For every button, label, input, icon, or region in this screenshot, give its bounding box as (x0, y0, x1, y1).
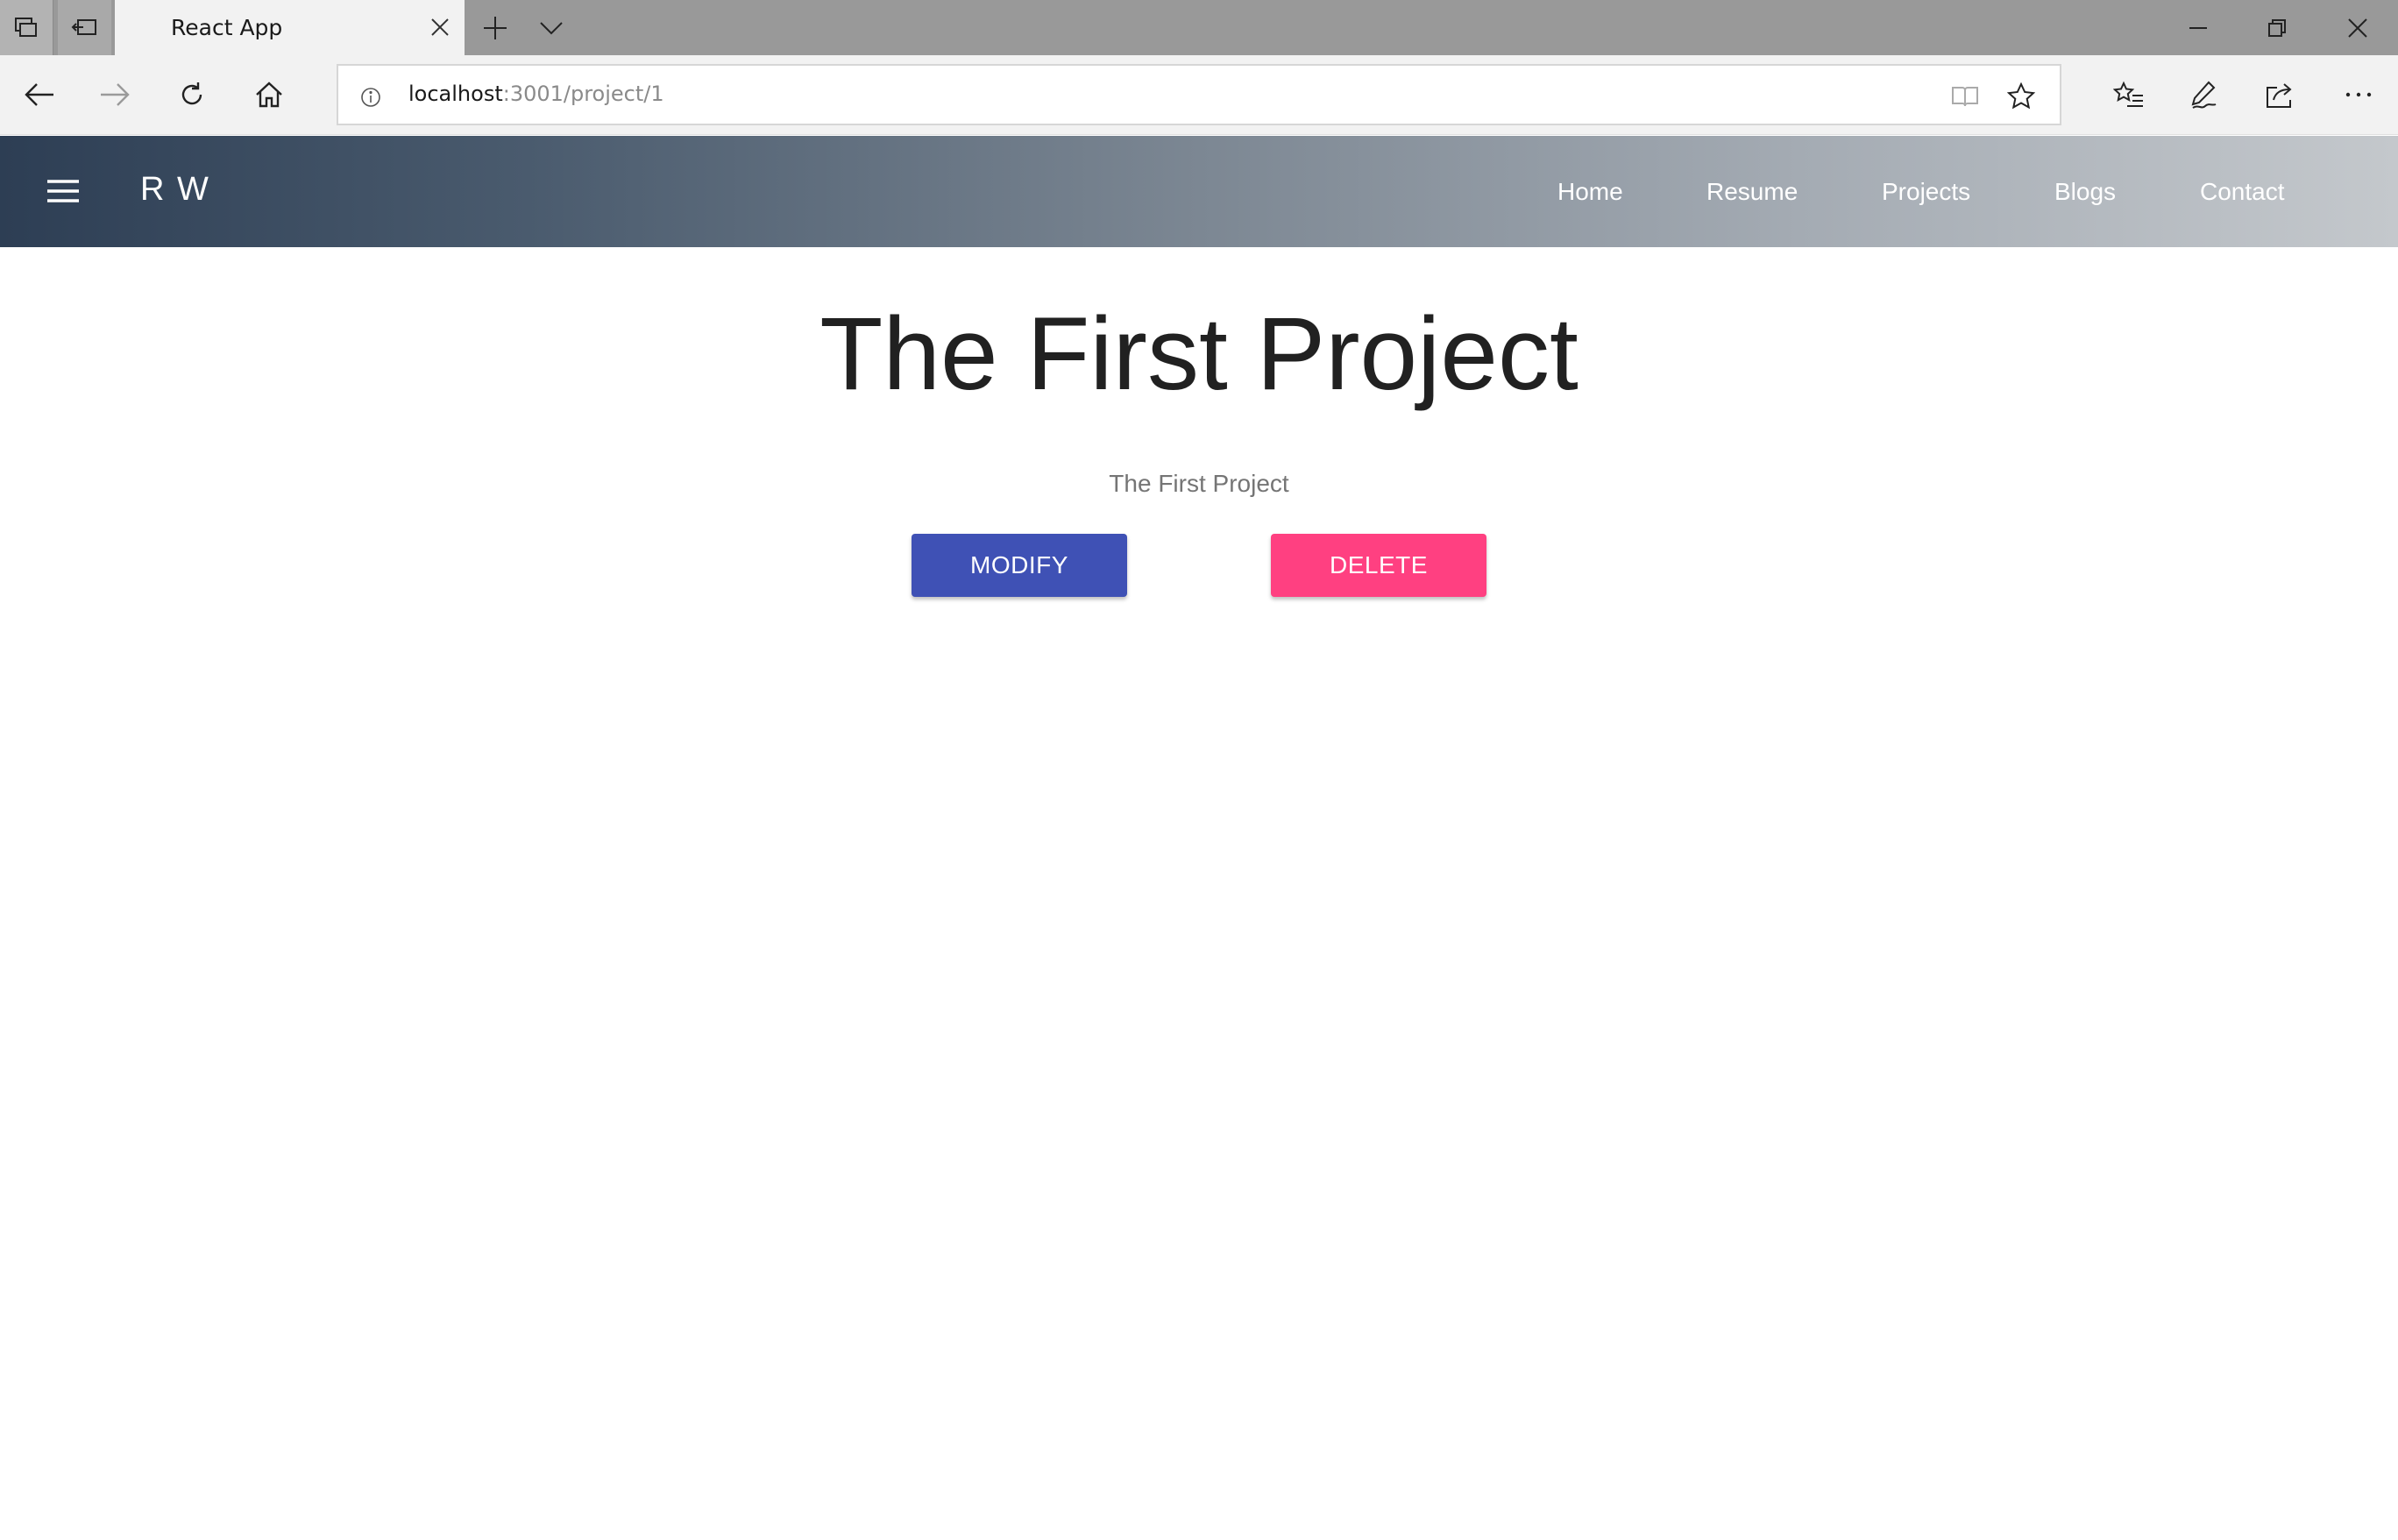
more-icon (2345, 91, 2373, 98)
web-note-button[interactable] (2182, 73, 2226, 117)
close-tab-button[interactable] (428, 15, 452, 39)
nav-link-resume[interactable]: Resume (1706, 178, 1798, 206)
refresh-icon (178, 81, 206, 109)
back-button[interactable] (18, 73, 61, 117)
home-button[interactable] (247, 73, 291, 117)
plus-icon (483, 16, 507, 40)
add-favorite-button[interactable] (2004, 79, 2039, 114)
favorites-list-icon (2113, 81, 2145, 109)
url-path: :3001/project/1 (502, 82, 664, 106)
share-button[interactable] (2258, 73, 2302, 117)
forward-button[interactable] (93, 73, 137, 117)
brand-logo-text[interactable]: R W (140, 171, 210, 209)
star-icon (2007, 82, 2035, 110)
set-aside-tabs-button[interactable] (58, 0, 111, 55)
restore-icon (2267, 18, 2287, 38)
nav-link-home[interactable]: Home (1557, 178, 1623, 206)
minimize-button[interactable] (2158, 0, 2238, 55)
forward-arrow-icon (100, 82, 130, 107)
url-text[interactable]: localhost:3001/project/1 (408, 82, 664, 106)
nav-link-contact[interactable]: Contact (2200, 178, 2285, 206)
browser-tab-strip: React App (0, 0, 2398, 55)
info-icon[interactable] (359, 86, 382, 109)
favorites-hub-button[interactable] (2107, 73, 2151, 117)
delete-button[interactable]: DELETE (1271, 534, 1486, 597)
window-close-icon (2348, 18, 2367, 38)
minimize-icon (2189, 26, 2207, 30)
back-arrow-icon (25, 82, 54, 107)
nav-link-projects[interactable]: Projects (1882, 178, 1970, 206)
window-close-button[interactable] (2317, 0, 2398, 55)
tab-title: React App (171, 15, 283, 40)
more-button[interactable] (2337, 73, 2380, 117)
tab-actions-icon (13, 16, 39, 40)
modify-button[interactable]: MODIFY (912, 534, 1127, 597)
book-icon (1951, 85, 1979, 108)
share-icon (2265, 81, 2295, 109)
address-bar[interactable]: localhost:3001/project/1 (337, 64, 2061, 125)
set-aside-tabs-icon (71, 17, 99, 39)
app-bar: R W Home Resume Projects Blogs Contact (0, 136, 2398, 247)
reading-view-button[interactable] (1949, 81, 1981, 112)
chevron-down-icon (540, 21, 563, 35)
new-tab-button[interactable] (478, 13, 513, 43)
nav-link-blogs[interactable]: Blogs (2054, 178, 2116, 206)
restore-button[interactable] (2237, 0, 2317, 55)
tab-list-button[interactable] (534, 13, 569, 43)
project-description: The First Project (1109, 470, 1289, 497)
refresh-button[interactable] (170, 73, 214, 117)
project-title: The First Project (819, 296, 1579, 412)
browser-toolbar: localhost:3001/project/1 (0, 55, 2398, 135)
hamburger-menu-icon (47, 179, 79, 203)
tab-actions-button[interactable] (0, 0, 53, 55)
pen-icon (2189, 80, 2219, 110)
browser-tab[interactable]: React App (115, 0, 465, 55)
home-icon (255, 82, 283, 108)
url-host: localhost (408, 82, 503, 106)
menu-button[interactable] (39, 168, 88, 214)
close-icon (430, 18, 450, 37)
